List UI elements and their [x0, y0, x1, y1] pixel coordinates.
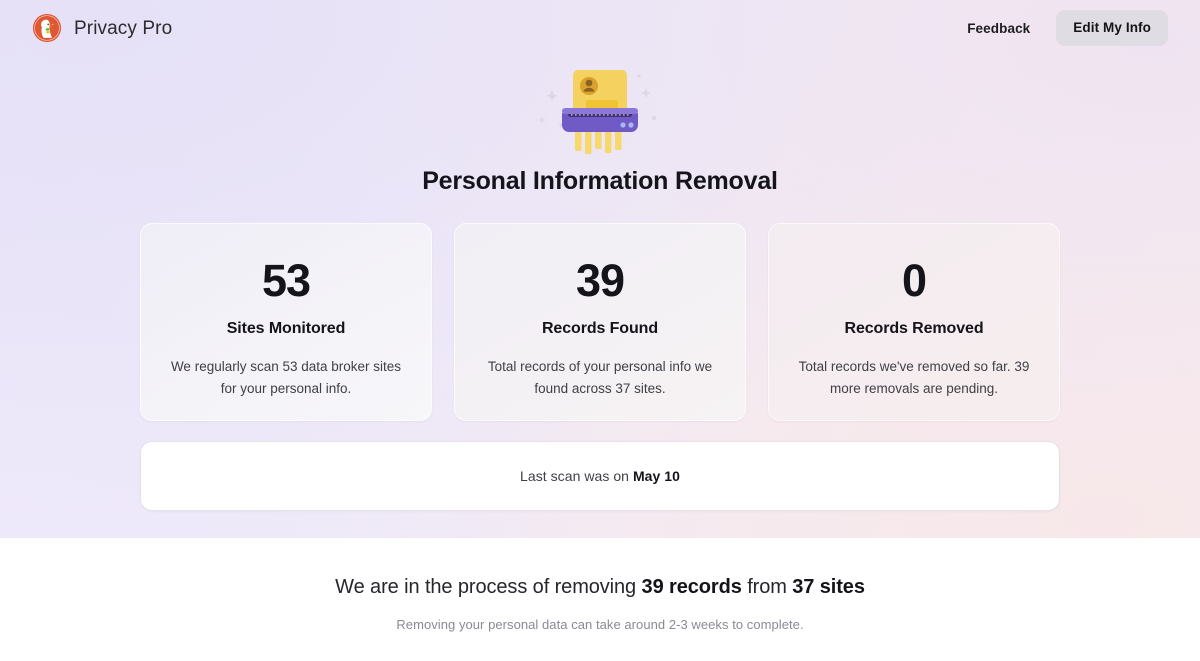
- stat-description: Total records we've removed so far. 39 m…: [791, 356, 1037, 400]
- removal-process-section: We are in the process of removing 39 rec…: [0, 538, 1200, 661]
- page-title: Personal Information Removal: [0, 166, 1200, 196]
- last-scan-text: Last scan was on May 10: [520, 468, 680, 484]
- last-scan-prefix: Last scan was on: [520, 468, 633, 484]
- last-scan-card: Last scan was on May 10: [140, 441, 1060, 511]
- process-headline-part2: from: [742, 576, 793, 598]
- paper-shredder-illustration: [530, 62, 670, 154]
- stat-label: Records Removed: [791, 319, 1037, 338]
- stats-row: 53 Sites Monitored We regularly scan 53 …: [0, 223, 1200, 421]
- stat-value: 53: [163, 258, 409, 303]
- stat-description: We regularly scan 53 data broker sites f…: [163, 356, 409, 400]
- gradient-hero-area: Privacy Pro Feedback Edit My Info: [0, 0, 1200, 538]
- last-scan-date: May 10: [633, 468, 680, 484]
- process-subtext: Removing your personal data can take aro…: [0, 617, 1200, 632]
- stat-value: 0: [791, 258, 1037, 303]
- stat-card-sites-monitored: 53 Sites Monitored We regularly scan 53 …: [140, 223, 432, 421]
- last-scan-section: Last scan was on May 10: [0, 441, 1200, 511]
- feedback-link[interactable]: Feedback: [965, 15, 1032, 42]
- process-sites-count: 37 sites: [792, 576, 865, 598]
- privacy-pro-page: Privacy Pro Feedback Edit My Info: [0, 0, 1200, 661]
- brand-name: Privacy Pro: [74, 19, 172, 38]
- process-headline-part1: We are in the process of removing: [335, 576, 641, 598]
- process-records-count: 39 records: [642, 576, 742, 598]
- header-actions: Feedback Edit My Info: [965, 10, 1168, 46]
- stat-label: Sites Monitored: [163, 319, 409, 338]
- stat-label: Records Found: [477, 319, 723, 338]
- app-header: Privacy Pro Feedback Edit My Info: [0, 0, 1200, 56]
- stat-card-records-found: 39 Records Found Total records of your p…: [454, 223, 746, 421]
- edit-my-info-button[interactable]: Edit My Info: [1056, 10, 1168, 46]
- brand: Privacy Pro: [32, 13, 172, 43]
- process-headline: We are in the process of removing 39 rec…: [0, 574, 1200, 600]
- duckduckgo-logo-icon: [32, 13, 62, 43]
- stat-value: 39: [477, 258, 723, 303]
- hero-section: Personal Information Removal: [0, 62, 1200, 196]
- stat-description: Total records of your personal info we f…: [477, 356, 723, 400]
- stat-card-records-removed: 0 Records Removed Total records we've re…: [768, 223, 1060, 421]
